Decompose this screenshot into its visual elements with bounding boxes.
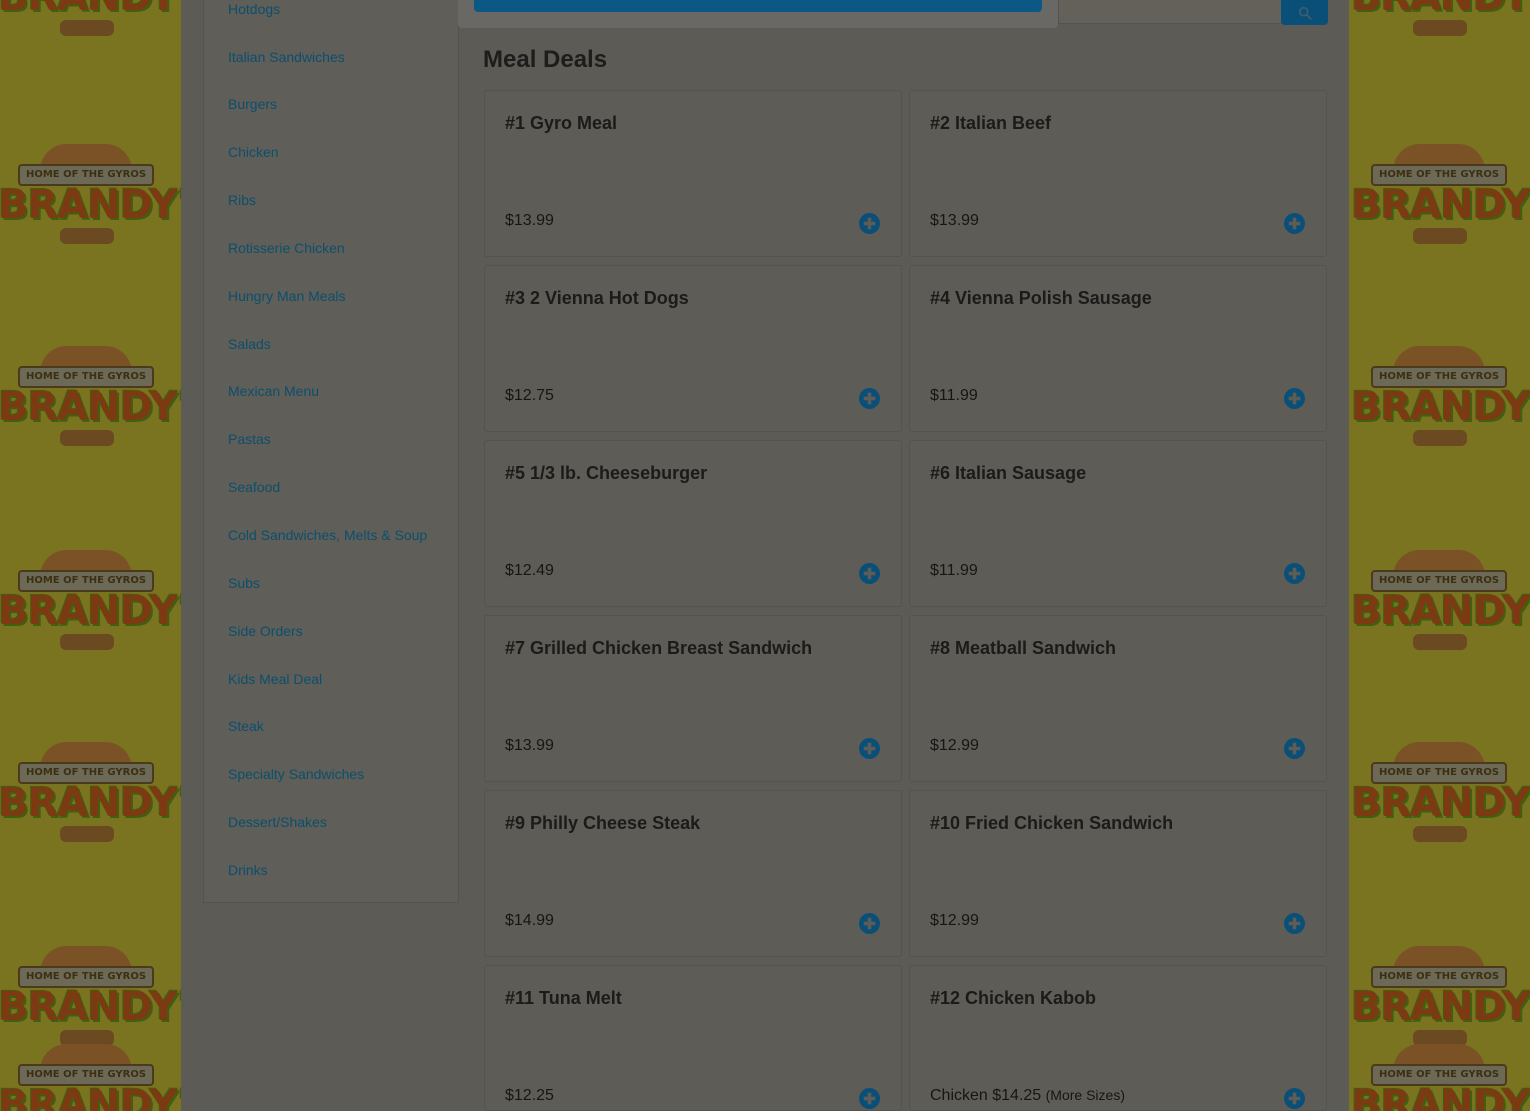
plus-circle-icon[interactable] — [859, 738, 880, 759]
plus-circle-icon[interactable] — [1284, 738, 1305, 759]
sidebar-item-salads[interactable]: Salads — [228, 336, 271, 352]
background-pattern-right: HOME OF THE GYROSBRANDY'S HOME OF THE GY… — [1349, 0, 1530, 1111]
menu-item-price: $12.99 — [930, 912, 979, 929]
menu-item-price: $12.25 — [505, 1087, 554, 1104]
section-title: Meal Deals — [483, 46, 608, 73]
menu-item-title: #2 Italian Beef — [930, 113, 1052, 133]
category-sidebar: Hotdogs Italian Sandwiches Burgers Chick… — [203, 0, 459, 903]
brandys-logo: HOME OF THE GYROSBRANDY'S — [0, 140, 181, 250]
menu-item-title: #4 Vienna Polish Sausage — [930, 288, 1152, 308]
sidebar-item-specialty-sandwiches[interactable]: Specialty Sandwiches — [228, 766, 364, 782]
menu-item-price: $12.75 — [505, 387, 554, 404]
plus-circle-icon[interactable] — [859, 563, 880, 584]
menu-item-price: $12.49 — [505, 562, 554, 579]
plus-circle-icon[interactable] — [1284, 563, 1305, 584]
sidebar-item-rotisserie-chicken[interactable]: Rotisserie Chicken — [228, 240, 345, 256]
menu-item-title: #3 2 Vienna Hot Dogs — [505, 288, 689, 308]
sidebar-item-mexican-menu[interactable]: Mexican Menu — [228, 383, 319, 399]
plus-circle-icon[interactable] — [1284, 213, 1305, 234]
plus-circle-icon[interactable] — [1284, 1088, 1305, 1109]
brandys-logo: HOME OF THE GYROSBRANDY'S — [1351, 0, 1530, 42]
brandys-logo: HOME OF THE GYROSBRANDY'S — [0, 342, 181, 452]
menu-item-card[interactable]: #6 Italian Sausage $11.99 — [909, 440, 1327, 607]
menu-item-card[interactable]: #3 2 Vienna Hot Dogs $12.75 — [484, 265, 902, 432]
sidebar-item-chicken[interactable]: Chicken — [228, 144, 279, 160]
brandys-logo: HOME OF THE GYROSBRANDY'S — [1351, 738, 1530, 848]
brandys-logo: HOME OF THE GYROSBRANDY'S — [0, 546, 181, 656]
sidebar-item-subs[interactable]: Subs — [228, 575, 260, 591]
menu-item-title: #1 Gyro Meal — [505, 113, 618, 133]
menu-item-card[interactable]: #8 Meatball Sandwich $12.99 — [909, 615, 1327, 782]
menu-item-title: #12 Chicken Kabob — [930, 988, 1097, 1008]
menu-item-card[interactable]: #10 Fried Chicken Sandwich $12.99 — [909, 790, 1327, 957]
menu-item-price: Chicken $14.25 (More Sizes) — [930, 1087, 1125, 1105]
brandys-logo: HOME OF THE GYROSBRANDY'S — [1351, 1040, 1530, 1111]
sidebar-item-side-orders[interactable]: Side Orders — [228, 623, 303, 639]
brandys-logo: HOME OF THE GYROSBRANDY'S — [0, 738, 181, 848]
sidebar-item-drinks[interactable]: Drinks — [228, 862, 268, 878]
menu-item-card[interactable]: #4 Vienna Polish Sausage $11.99 — [909, 265, 1327, 432]
menu-item-price: $12.99 — [930, 737, 979, 754]
menu-item-title: #9 Philly Cheese Steak — [505, 813, 701, 833]
plus-circle-icon[interactable] — [1284, 913, 1305, 934]
sidebar-item-cold-sandwiches[interactable]: Cold Sandwiches, Melts & Soup — [228, 527, 427, 543]
brandys-logo: HOME OF THE GYROSBRANDY'S — [0, 942, 181, 1052]
modal-dialog — [458, 0, 1058, 28]
menu-item-card[interactable]: #5 1/3 lb. Cheeseburger $12.49 — [484, 440, 902, 607]
menu-item-title: #10 Fried Chicken Sandwich — [930, 813, 1174, 833]
plus-circle-icon[interactable] — [859, 213, 880, 234]
search-button[interactable] — [1281, 0, 1328, 25]
brandys-logo: HOME OF THE GYROSBRANDY'S — [1351, 140, 1530, 250]
menu-item-price: $11.99 — [930, 387, 978, 404]
brandys-logo: HOME OF THE GYROSBRANDY'S — [0, 0, 181, 42]
menu-item-price: $11.99 — [930, 562, 978, 579]
menu-item-title: #8 Meatball Sandwich — [930, 638, 1117, 658]
menu-item-price: $13.99 — [930, 212, 979, 229]
sidebar-item-steak[interactable]: Steak — [228, 718, 264, 734]
menu-item-card[interactable]: #11 Tuna Melt $12.25 — [484, 965, 902, 1111]
sidebar-item-seafood[interactable]: Seafood — [228, 479, 280, 495]
plus-circle-icon[interactable] — [859, 388, 880, 409]
menu-item-title: #11 Tuna Melt — [505, 988, 622, 1008]
sidebar-item-italian-sandwiches[interactable]: Italian Sandwiches — [228, 49, 345, 65]
menu-item-price: $13.99 — [505, 212, 554, 229]
sidebar-item-ribs[interactable]: Ribs — [228, 192, 256, 208]
brandys-logo: HOME OF THE GYROSBRANDY'S — [1351, 546, 1530, 656]
sidebar-item-hungry-man-meals[interactable]: Hungry Man Meals — [228, 288, 346, 304]
sidebar-item-hotdogs[interactable]: Hotdogs — [228, 1, 280, 17]
menu-item-title: #5 1/3 lb. Cheeseburger — [505, 463, 708, 483]
search-input[interactable] — [1058, 0, 1282, 24]
brandys-logo: HOME OF THE GYROSBRANDY'S — [1351, 942, 1530, 1052]
menu-item-card[interactable]: #1 Gyro Meal $13.99 — [484, 90, 902, 257]
plus-circle-icon[interactable] — [859, 913, 880, 934]
modal-primary-button[interactable] — [474, 0, 1042, 12]
menu-item-title: #6 Italian Sausage — [930, 463, 1087, 483]
background-pattern-left: HOME OF THE GYROSBRANDY'S HOME OF THE GY… — [0, 0, 181, 1111]
sidebar-item-dessert-shakes[interactable]: Dessert/Shakes — [228, 814, 327, 830]
menu-item-price: $14.99 — [505, 912, 554, 929]
brandys-logo: HOME OF THE GYROSBRANDY'S — [0, 1040, 181, 1111]
plus-circle-icon[interactable] — [1284, 388, 1305, 409]
menu-item-card[interactable]: #7 Grilled Chicken Breast Sandwich $13.9… — [484, 615, 902, 782]
menu-item-card[interactable]: #2 Italian Beef $13.99 — [909, 90, 1327, 257]
brandys-logo: HOME OF THE GYROSBRANDY'S — [1351, 342, 1530, 452]
menu-item-price: $13.99 — [505, 737, 554, 754]
menu-item-title: #7 Grilled Chicken Breast Sandwich — [505, 638, 813, 658]
search-icon — [1298, 6, 1312, 20]
menu-item-card[interactable]: #12 Chicken Kabob Chicken $14.25 (More S… — [909, 965, 1327, 1111]
sidebar-item-pastas[interactable]: Pastas — [228, 431, 271, 447]
sidebar-item-burgers[interactable]: Burgers — [228, 96, 277, 112]
plus-circle-icon[interactable] — [859, 1088, 880, 1109]
menu-item-card[interactable]: #9 Philly Cheese Steak $14.99 — [484, 790, 902, 957]
sidebar-item-kids-meal-deal[interactable]: Kids Meal Deal — [228, 671, 322, 687]
more-sizes-label: (More Sizes) — [1045, 1087, 1125, 1103]
menu-item-price-value: Chicken $14.25 — [930, 1087, 1042, 1104]
